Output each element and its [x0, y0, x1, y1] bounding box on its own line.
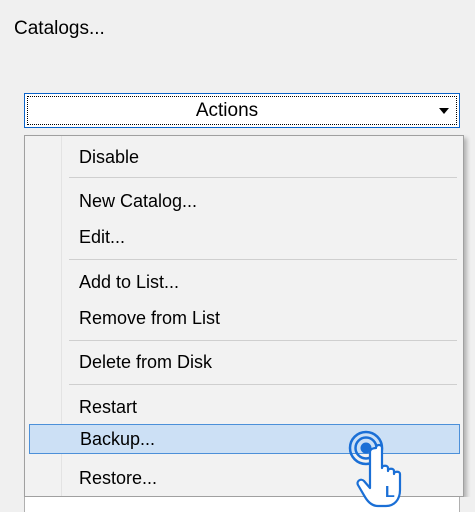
actions-dropdown-label: Actions — [195, 100, 259, 121]
cursor-badge-l: L — [385, 484, 395, 501]
menu-separator — [69, 259, 457, 260]
menu-separator — [69, 384, 457, 385]
menu-item-disable[interactable]: Disable — [61, 142, 460, 172]
catalogs-label: Catalogs... — [14, 18, 105, 39]
hand-pointer-click-icon: L — [348, 430, 402, 508]
menu-item-delete-from-disk[interactable]: Delete from Disk — [61, 347, 460, 377]
actions-dropdown[interactable]: Actions — [24, 93, 460, 128]
menu-item-add-to-list[interactable]: Add to List... — [61, 267, 460, 297]
menu-separator — [69, 340, 457, 341]
menu-item-remove-from-list[interactable]: Remove from List — [61, 303, 460, 333]
menu-item-restart[interactable]: Restart — [61, 392, 460, 422]
chevron-down-icon[interactable] — [439, 108, 449, 114]
menu-item-new-catalog[interactable]: New Catalog... — [61, 186, 460, 216]
menu-item-edit[interactable]: Edit... — [61, 222, 460, 252]
catalogs-panel: Catalogs... Actions Disable New Catalog.… — [0, 0, 475, 512]
menu-separator — [69, 177, 457, 178]
